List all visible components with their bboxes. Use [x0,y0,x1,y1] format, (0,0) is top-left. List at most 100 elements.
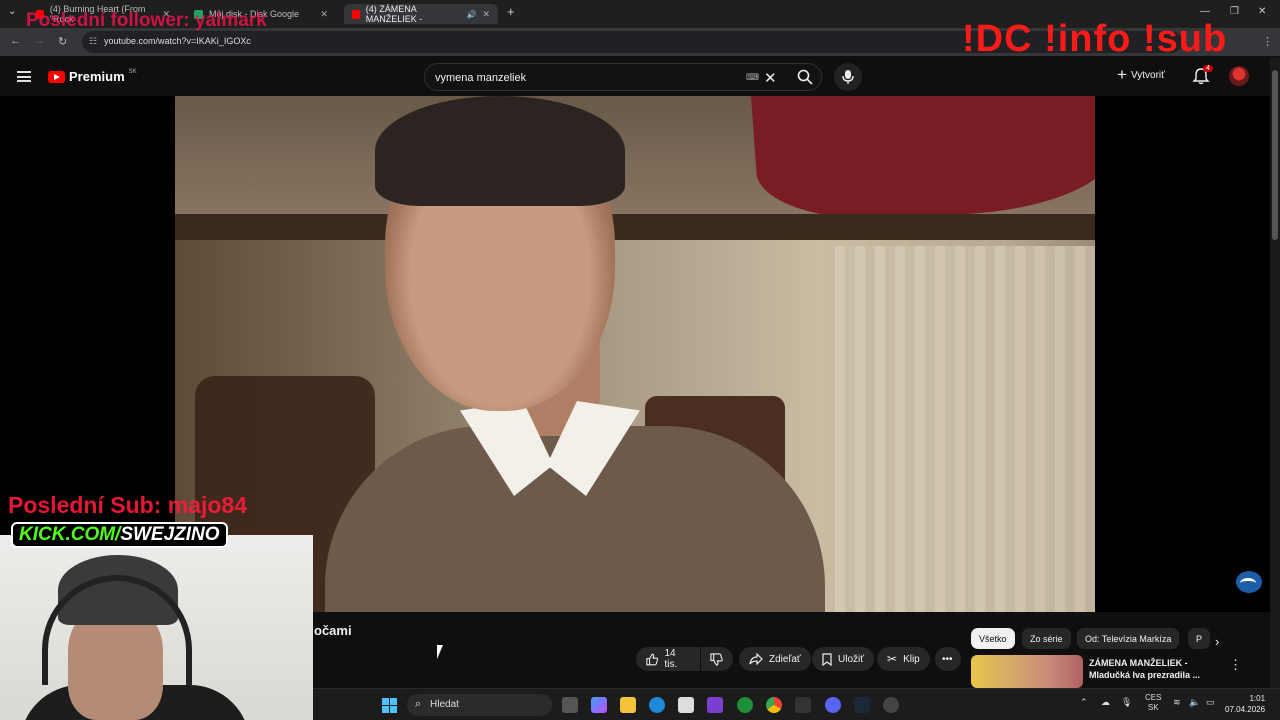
share-button[interactable]: Zdieľať [739,647,811,671]
chat-commands-overlay: !DC !info !sub [962,18,1228,60]
video-background-curtain [835,246,1095,612]
thumbs-down-icon [710,652,723,666]
more-horizontal-icon: ••• [942,653,953,665]
youtube-premium-logo[interactable]: Premium SK [48,69,137,84]
scrollbar-thumb[interactable] [1272,70,1278,240]
clear-search-icon[interactable]: ✕ [764,69,777,87]
search-box[interactable]: vymena manzeliek ⌨ ✕ [424,63,822,91]
steam-icon[interactable] [854,697,870,713]
kick-channel-name: SWEJZINO [120,524,220,545]
input-language-indicator[interactable]: CES SK [1145,693,1161,713]
search-icon: ⌕ [415,698,422,710]
plus-icon: + [1117,65,1127,84]
app-icon[interactable] [707,697,723,713]
close-window-icon[interactable]: ✕ [1258,6,1266,17]
save-label: Uložiť [838,653,864,665]
keyboard-icon[interactable]: ⌨ [746,72,759,83]
clock-date: 07.04.2026 [1225,705,1266,714]
chip-from-channel[interactable]: Od: Televízia Markíza [1077,628,1180,649]
maximize-icon[interactable]: ❐ [1230,6,1239,17]
recommended-video-thumbnail[interactable] [971,655,1083,688]
microphone-tray-icon[interactable]: 🎙 [1121,697,1132,708]
search-icon [797,69,813,85]
logo-text: Premium [69,69,125,84]
notification-count-badge: 4 [1203,65,1213,72]
video-background-beam [175,214,1095,240]
hamburger-menu-icon[interactable] [17,71,31,82]
region-code: SK [128,68,137,75]
volume-icon[interactable]: 🔈 [1189,697,1200,708]
store-icon[interactable] [678,697,694,713]
more-vertical-icon[interactable]: ⋮ [1229,657,1242,673]
microphone-icon [842,70,854,84]
taskbar-search[interactable]: ⌕ Hledat [407,694,552,716]
obs-icon[interactable] [883,697,899,713]
epic-games-icon[interactable] [795,697,811,713]
scissors-icon: ✂ [887,652,898,666]
clock-time: 1:01 [1249,694,1266,703]
file-explorer-icon[interactable] [620,697,636,713]
more-actions-button[interactable]: ••• [935,647,961,671]
chrome-icon[interactable] [766,697,782,713]
keyboard-layout: SK [1147,703,1159,712]
url-text: youtube.com/watch?v=IKAKi_IGOXc [104,36,251,46]
last-sub-overlay: Poslední Sub: majo84 [8,492,247,518]
copilot-icon[interactable] [591,697,607,713]
kick-channel-overlay: KICK.COM/SWEJZINO [11,522,228,548]
clip-button[interactable]: ✂ Klip [877,647,930,671]
audio-playing-icon[interactable]: 🔊 [466,10,476,19]
chip-from-series[interactable]: Zo série [1022,628,1071,649]
user-avatar[interactable] [1229,66,1249,86]
page-scrollbar[interactable] [1270,58,1280,688]
dislike-button[interactable] [701,647,733,671]
chip-related[interactable]: P [1188,628,1210,649]
youtube-play-icon [48,70,65,83]
bookmark-icon [822,652,832,666]
clip-label: Klip [903,653,920,665]
chip-all[interactable]: Všetko [971,628,1015,649]
last-follower-overlay: Poslední follower: yalmark [26,10,267,31]
site-info-icon[interactable]: ☷ [89,36,97,47]
windows-start-icon[interactable] [382,698,397,713]
wifi-icon[interactable]: ≋ [1173,697,1181,708]
tray-app-icon[interactable]: ☁ [1101,697,1110,708]
back-icon[interactable]: ← [10,35,21,47]
close-tab-icon[interactable]: ✕ [320,9,328,20]
tab-list-icon[interactable]: ⌄ [8,6,16,17]
browser-menu-icon[interactable]: ⋮ [1262,35,1273,48]
create-label: Vytvoriť [1130,69,1165,81]
discord-icon[interactable] [825,697,841,713]
xbox-icon[interactable] [737,697,753,713]
search-input[interactable]: vymena manzeliek [435,72,526,84]
language-code: CES [1145,693,1162,702]
chevron-right-icon[interactable]: › [1215,634,1219,649]
reload-icon[interactable]: ↻ [58,35,67,48]
create-button[interactable]: + Vytvoriť [1117,65,1165,84]
new-tab-icon[interactable]: + [507,4,515,19]
show-hidden-icons[interactable]: ⌃ [1080,697,1088,708]
chip-label: Od: Televízia Markíza [1085,633,1172,644]
system-clock[interactable]: 1:01 07.04.2026 [1225,693,1265,715]
like-count: 14 tis. [664,648,678,670]
battery-icon[interactable]: ▭ [1206,697,1215,708]
thumbs-up-icon [646,653,659,665]
share-label: Zdieľať [769,653,801,665]
forward-icon[interactable]: → [34,35,45,47]
task-view-icon[interactable] [562,697,578,713]
chip-label: Všetko [979,633,1007,644]
channel-watermark-icon[interactable] [1236,571,1262,593]
video-person-hair [375,96,625,206]
voice-search-button[interactable] [834,63,862,91]
minimize-icon[interactable]: — [1200,6,1210,17]
search-button[interactable] [787,64,823,90]
save-button[interactable]: Uložiť [812,647,874,671]
streamer-webcam [0,535,313,720]
recommended-video-title[interactable]: ZÁMENA MANŽELIEK - Mladučká Iva prezradi… [1089,657,1229,681]
video-title: očami [314,623,352,638]
tab-zamena-manzeliek[interactable]: (4) ZÁMENA MANŽELIEK - 🔊 ✕ [344,4,498,24]
like-button[interactable]: 14 tis. [636,647,700,671]
video-frame[interactable] [175,96,1095,612]
close-tab-icon[interactable]: ✕ [482,9,490,20]
edge-icon[interactable] [649,697,665,713]
mouse-cursor [437,645,443,659]
